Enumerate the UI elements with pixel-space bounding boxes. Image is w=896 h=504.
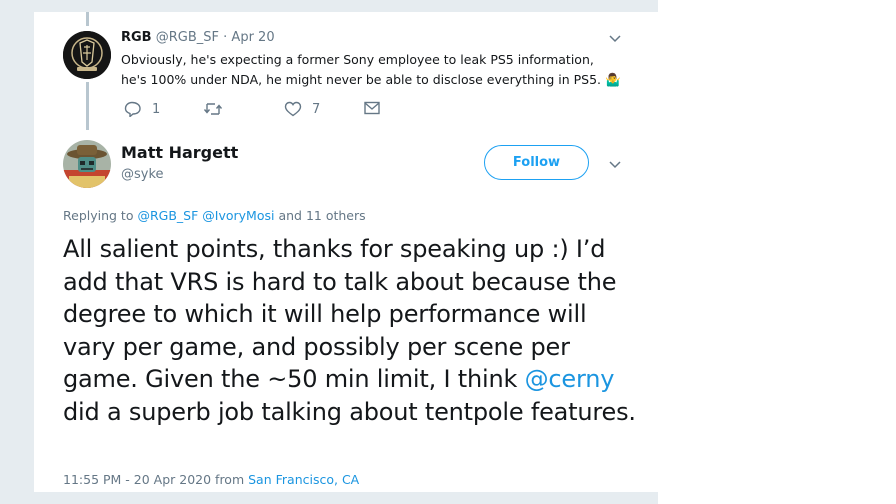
reply-icon[interactable] (124, 101, 142, 117)
tweet-text-part: did a superb job talking about tentpole … (63, 397, 636, 426)
reply-count: 1 (152, 101, 161, 117)
parent-handle[interactable]: @RGB_SF (156, 30, 219, 45)
shrug-emoji: 🤷‍♂️ (605, 72, 621, 87)
avatar-matt[interactable] (63, 140, 111, 188)
mention-link[interactable]: @cerny (525, 365, 615, 393)
chevron-down-icon[interactable] (608, 33, 622, 47)
tweet-text: All salient points, thanks for speaking … (63, 233, 643, 428)
author-handle[interactable]: @syke (121, 167, 164, 182)
replying-prefix: Replying to (63, 208, 134, 223)
thread-line (86, 82, 89, 130)
location-link[interactable]: San Francisco, CA (248, 472, 359, 487)
parent-tweet-text: Obviously, he's expecting a former Sony … (121, 50, 621, 90)
chevron-down-icon[interactable] (608, 159, 622, 173)
replying-user-link[interactable]: @RGB_SF (137, 208, 198, 223)
retweet-icon[interactable] (203, 101, 223, 117)
replying-suffix[interactable]: and 11 others (278, 208, 365, 223)
parent-text-body: Obviously, he's expecting a former Sony … (121, 52, 602, 87)
parent-display-name[interactable]: RGB (121, 30, 152, 45)
replying-to: Replying to @RGB_SF @IvoryMosi and 11 ot… (63, 208, 366, 223)
tweet-time[interactable]: 11:55 PM - 20 Apr 2020 from (63, 472, 244, 487)
follow-button[interactable]: Follow (484, 145, 589, 180)
heart-icon[interactable] (284, 101, 302, 117)
separator-dot: · (223, 30, 228, 45)
thread-line-top (86, 12, 89, 26)
parent-tweet-header: RGB @RGB_SF · Apr 20 (121, 30, 275, 45)
message-action[interactable] (364, 101, 380, 115)
retweet-action[interactable] (203, 101, 231, 117)
replying-user-link[interactable]: @IvoryMosi (202, 208, 274, 223)
author-display-name[interactable]: Matt Hargett (121, 143, 238, 162)
tweet-timestamp: 11:55 PM - 20 Apr 2020 from San Francisc… (63, 472, 359, 487)
parent-date[interactable]: Apr 20 (231, 30, 274, 45)
like-count: 7 (312, 101, 321, 117)
right-background (658, 0, 896, 504)
avatar-rgb[interactable] (63, 31, 111, 79)
like-action[interactable]: 7 (284, 101, 320, 117)
envelope-icon[interactable] (364, 101, 380, 115)
reply-action[interactable]: 1 (124, 101, 160, 117)
